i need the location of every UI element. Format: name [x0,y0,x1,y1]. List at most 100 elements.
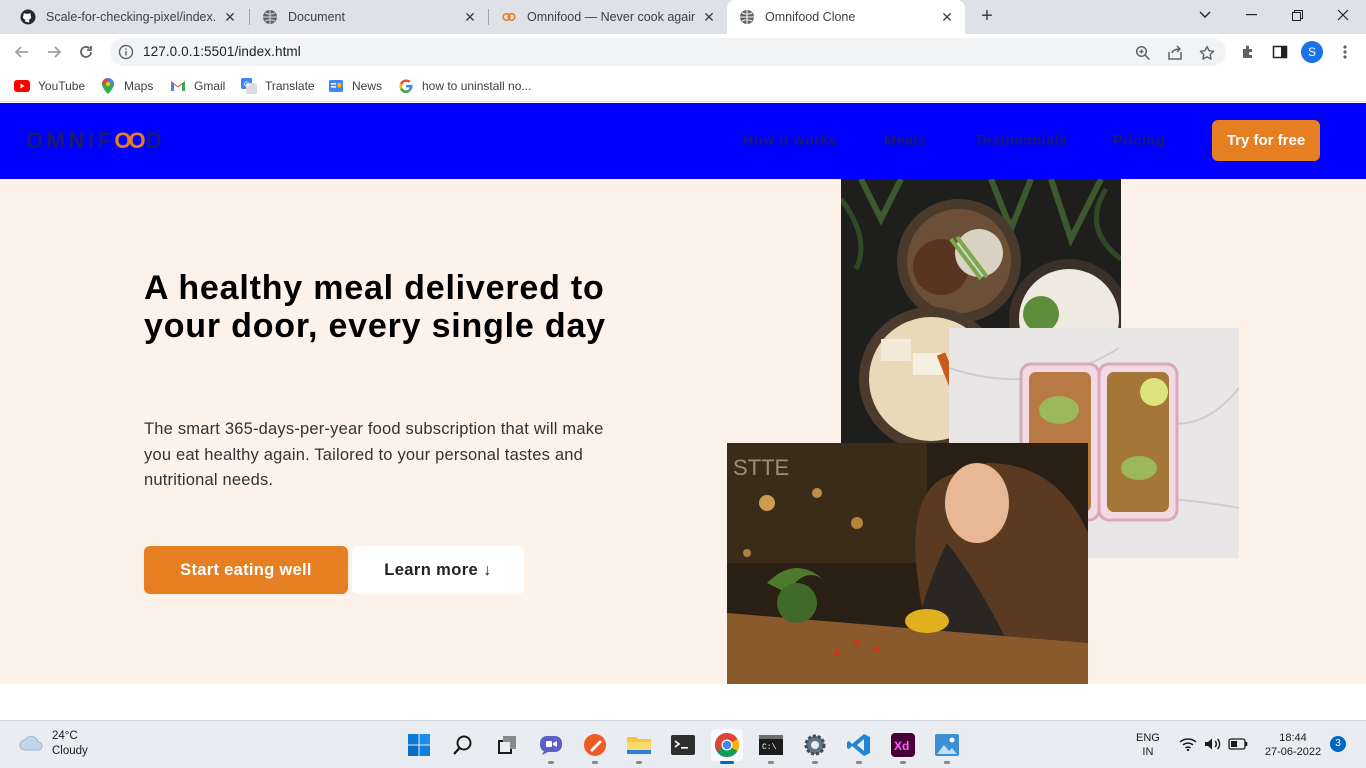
tab-title: Document [288,10,345,24]
logo-text-end: D [145,128,166,153]
share-icon[interactable] [1166,44,1184,62]
zoom-icon[interactable] [1134,44,1152,62]
bookmark-label: how to uninstall no... [422,79,532,93]
translate-icon: G [241,78,257,94]
bookmark-maps[interactable]: Maps [100,77,153,95]
svg-text:G: G [244,82,249,89]
battery-icon[interactable] [1228,738,1248,754]
tab-github[interactable]: Scale-for-checking-pixel/index.ht ✕ [8,0,248,34]
language-indicator[interactable]: ENG IN [1136,731,1160,759]
terminal-icon[interactable] [667,729,699,761]
close-window-icon[interactable] [1320,0,1366,30]
bookmark-news[interactable]: News [328,77,382,95]
file-explorer-icon[interactable] [623,729,655,764]
hero-section: A healthy meal delivered to your door, e… [0,179,1366,684]
nav-pricing[interactable]: Pricing [1113,133,1165,149]
running-indicator [720,761,734,764]
tab-title: Scale-for-checking-pixel/index.ht [46,10,216,24]
running-indicator [856,761,862,764]
side-panel-icon[interactable] [1270,42,1290,62]
close-tab-icon[interactable]: ✕ [939,9,955,25]
address-bar[interactable]: 127.0.0.1:5501/index.html [110,38,1226,66]
weather-temperature: 24°C [52,730,78,742]
globe-icon [262,9,278,25]
running-indicator [592,761,598,764]
task-view-icon[interactable] [491,729,523,761]
bookmark-label: News [352,79,383,93]
nav-testimonials[interactable]: Testimonials [975,133,1067,149]
gmail-icon [170,78,186,94]
bookmark-label: Translate [265,79,315,93]
running-indicator [900,761,906,764]
bookmark-translate[interactable]: G Translate [241,77,315,95]
start-eating-well-button[interactable]: Start eating well [144,546,348,594]
youtube-icon [14,78,30,94]
nav-meals[interactable]: Meals [884,133,926,149]
bookmark-google-search[interactable]: how to uninstall no... [398,77,531,95]
bookmark-label: YouTube [38,79,86,93]
vscode-icon[interactable] [843,729,875,764]
tab-search-icon[interactable] [1182,0,1228,30]
close-tab-icon[interactable]: ✕ [701,9,717,25]
svg-text:C:\: C:\ [762,743,777,752]
chrome-icon[interactable] [711,729,743,764]
adobe-xd-icon[interactable]: Xd [887,729,919,764]
start-button[interactable] [403,729,435,761]
restore-icon[interactable] [1274,0,1320,30]
command-prompt-icon[interactable]: C:\ [755,729,787,764]
bookmark-gmail[interactable]: Gmail [170,77,225,95]
svg-text:Xd: Xd [894,739,909,753]
maps-icon [100,78,116,94]
close-tab-icon[interactable]: ✕ [222,9,238,25]
bookmark-label: Gmail [194,79,226,93]
settings-icon[interactable] [799,729,831,764]
clock-date: 27-06-2022 [1264,746,1322,758]
clock[interactable]: 18:44 27-06-2022 [1258,731,1328,759]
forward-icon[interactable] [42,40,66,64]
windows-taskbar: 24°C Cloudy C:\ Xd ENG IN 18:44 27-06-20… [0,720,1366,768]
url-text: 127.0.0.1:5501/index.html [143,44,301,59]
reload-icon[interactable] [74,40,98,64]
omnifood-icon [501,9,517,25]
wifi-icon[interactable] [1179,737,1197,755]
hero-title: A healthy meal delivered to your door, e… [144,269,606,345]
nav-how-it-works[interactable]: How it works [743,133,837,149]
weather-widget[interactable]: 24°C Cloudy [18,729,88,759]
logo-oo: OO [114,128,145,153]
back-icon[interactable] [10,40,34,64]
postman-icon[interactable] [579,729,611,764]
tab-title: Omnifood — Never cook again! [527,10,695,24]
bookmark-star-icon[interactable] [1198,44,1216,62]
site-header: OMNIF OO D How it works Meals Testimonia… [0,103,1366,179]
cloud-icon [18,732,44,757]
hero-description: The smart 365-days-per-year food subscri… [144,420,604,489]
bookmarks-bar: YouTube Maps Gmail G Translate News how … [0,70,1366,102]
extensions-icon[interactable] [1238,42,1258,62]
chat-icon[interactable] [535,729,567,764]
globe-icon [739,9,755,25]
language-region: IN [1142,746,1154,758]
photos-icon[interactable] [931,729,963,764]
running-indicator [944,761,950,764]
site-info-icon[interactable] [118,44,134,60]
notification-badge[interactable]: 3 [1330,736,1346,752]
running-indicator [768,761,774,764]
search-icon[interactable] [447,729,479,761]
volume-icon[interactable] [1204,737,1222,755]
bookmark-youtube[interactable]: YouTube [14,77,85,95]
close-tab-icon[interactable]: ✕ [462,9,478,25]
browser-toolbar: 127.0.0.1:5501/index.html S [0,34,1366,70]
learn-more-button[interactable]: Learn more ↓ [352,546,524,594]
try-for-free-button[interactable]: Try for free [1212,120,1320,161]
tab-omnifood[interactable]: Omnifood — Never cook again! ✕ [489,0,727,34]
omnifood-logo[interactable]: OMNIF OO D [26,128,165,154]
running-indicator [548,761,554,764]
new-tab-icon[interactable]: + [976,6,998,28]
tab-document[interactable]: Document ✕ [250,0,488,34]
minimize-icon[interactable] [1228,0,1274,30]
profile-avatar[interactable]: S [1301,41,1323,63]
tab-omnifood-clone[interactable]: Omnifood Clone ✕ [727,0,965,34]
bookmark-label: Maps [124,79,154,93]
news-icon [328,78,344,94]
menu-icon[interactable] [1335,42,1355,62]
